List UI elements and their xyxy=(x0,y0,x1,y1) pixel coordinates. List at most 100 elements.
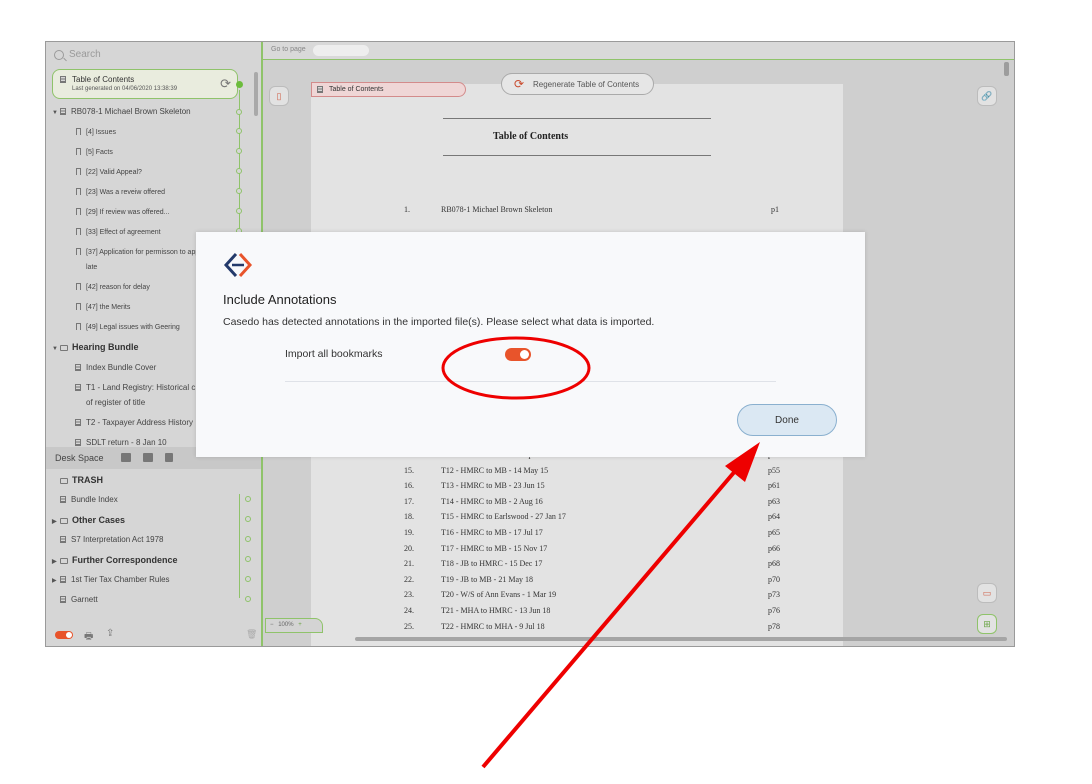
toc-row-page: p65 xyxy=(768,528,780,537)
toc-row-page: p1 xyxy=(771,205,779,214)
comment-button[interactable]: ▭ xyxy=(977,583,997,603)
go-to-page-input[interactable] xyxy=(313,45,369,56)
toc-row-title[interactable]: T20 - W/S of Ann Evans - 1 Mar 19 xyxy=(441,590,556,599)
bookmark-item[interactable]: [37] Application for permisson to app xyxy=(76,248,199,256)
divider xyxy=(443,118,711,119)
document-icon xyxy=(75,439,81,446)
trash-icon[interactable]: 🗑 xyxy=(246,629,257,640)
toc-row-page: p64 xyxy=(768,512,780,521)
document-item[interactable]: S7 Interpretation Act 1978 xyxy=(60,535,164,544)
list-icon[interactable] xyxy=(121,453,131,462)
regenerate-toc-button[interactable]: ⟳ Regenerate Table of Contents xyxy=(501,73,654,95)
bookmark-item[interactable]: [22] Valid Appeal? xyxy=(76,168,142,176)
bookmark-item[interactable]: [23] Was a reveiw offered xyxy=(76,188,165,196)
toc-row-title[interactable]: T22 - HMRC to MHA - 9 Jul 18 xyxy=(441,622,545,631)
tree-item-skeleton[interactable]: ▼ RB078-1 Michael Brown Skeleton xyxy=(52,107,191,116)
toc-tab[interactable]: Table of Contents xyxy=(311,82,466,97)
document-item[interactable]: Bundle Index xyxy=(60,495,118,504)
document-item[interactable]: T2 - Taxpayer Address History xyxy=(75,418,193,427)
go-to-page-label: Go to page xyxy=(271,46,306,53)
toc-row-num: 23. xyxy=(404,590,414,599)
zoom-level: 100% xyxy=(278,622,294,628)
document-item[interactable]: Index Bundle Cover xyxy=(75,363,156,372)
toc-row-title[interactable]: RB078-1 Michael Brown Skeleton xyxy=(441,205,552,214)
bookmark-button[interactable]: ▯ xyxy=(269,86,289,106)
document-icon xyxy=(75,419,81,426)
link-button[interactable]: 🔗 xyxy=(977,86,997,106)
zoom-out-icon[interactable]: − xyxy=(270,622,274,628)
bookmark-item[interactable]: [5] Facts xyxy=(76,148,113,156)
collapse-icon: ▶ xyxy=(52,578,57,584)
bookmark-icon xyxy=(76,303,81,310)
toc-row-title[interactable]: T14 - HMRC to MB - 2 Aug 16 xyxy=(441,497,543,506)
bookmark-item[interactable]: [33] Effect of agreement xyxy=(76,228,161,236)
bookmark-item[interactable]: [49] Legal issues with Geering xyxy=(76,323,180,331)
toc-row-page: p55 xyxy=(768,466,780,475)
document-item[interactable]: ▶ 1st Tier Tax Chamber Rules xyxy=(52,575,170,584)
tree-node xyxy=(245,516,251,522)
toc-row-title[interactable]: T17 - HMRC to MB - 15 Nov 17 xyxy=(441,544,547,553)
divider xyxy=(443,155,711,156)
done-button[interactable]: Done xyxy=(737,404,837,436)
toc-row-title[interactable]: T13 - HMRC to MB - 23 Jun 15 xyxy=(441,481,545,490)
document-icon xyxy=(60,576,66,583)
tree-node xyxy=(245,576,251,582)
toc-row-title[interactable]: T21 - MHA to HMRC - 13 Jun 18 xyxy=(441,606,550,615)
toc-item[interactable]: Table of Contents Last generated on 04/0… xyxy=(52,69,238,99)
import-bookmarks-toggle[interactable] xyxy=(505,348,531,361)
bookmark-icon xyxy=(76,188,81,195)
toc-row-title[interactable]: T18 - JB to HMRC - 15 Dec 17 xyxy=(441,559,542,568)
folder-other-cases[interactable]: ▶ Other Cases xyxy=(52,515,125,525)
toc-row-title[interactable]: T16 - HMRC to MB - 17 Jul 17 xyxy=(441,528,543,537)
zoom-control[interactable]: − 100% + xyxy=(265,618,323,633)
bookmark-icon xyxy=(76,228,81,235)
document-item[interactable]: Garnett xyxy=(60,595,98,604)
bookmark-item[interactable]: [47] the Merits xyxy=(76,303,130,311)
bookmark-item-continued: late xyxy=(86,264,98,271)
sidebar-scrollbar[interactable] xyxy=(254,72,258,116)
toc-title: Table of Contents xyxy=(72,75,135,84)
folder-icon xyxy=(60,345,68,351)
refresh-icon[interactable]: ⟳ xyxy=(220,76,231,92)
toc-row-num: 1. xyxy=(404,205,410,214)
tree-node xyxy=(236,109,242,115)
bookmark-item[interactable]: [4] Issues xyxy=(76,128,116,136)
refresh-icon: ⟳ xyxy=(514,77,525,91)
document-icon xyxy=(75,364,81,371)
folder-hearing-bundle[interactable]: ▼ Hearing Bundle xyxy=(52,342,139,352)
include-annotations-dialog: Include Annotations Casedo has detected … xyxy=(196,232,865,457)
toc-row-title[interactable]: T12 - HMRC to MB - 14 May 15 xyxy=(441,466,548,475)
folder-icon[interactable] xyxy=(143,453,153,462)
sidebar-toggle[interactable] xyxy=(55,631,73,639)
bookmark-icon xyxy=(76,248,81,255)
print-icon[interactable]: 🖶 xyxy=(84,629,93,646)
fit-button[interactable]: ⊞ xyxy=(977,614,997,634)
document-icon[interactable] xyxy=(165,453,173,462)
folder-further-correspondence[interactable]: ▶ Further Correspondence xyxy=(52,555,178,565)
link-icon: 🔗 xyxy=(981,91,993,101)
bookmark-item[interactable]: [42] reason for delay xyxy=(76,283,150,291)
desk-space-label: Desk Space xyxy=(55,453,104,463)
bookmark-icon xyxy=(76,148,81,155)
search-field[interactable]: Search xyxy=(54,49,101,60)
toc-row-num: 16. xyxy=(404,481,414,490)
document-item[interactable]: T1 - Land Registry: Historical c xyxy=(75,383,195,392)
toc-row-title[interactable]: T15 - HMRC to Earlswood - 27 Jan 17 xyxy=(441,512,566,521)
folder-trash[interactable]: TRASH xyxy=(60,475,103,485)
folder-icon xyxy=(60,478,68,484)
toc-row-title[interactable]: T19 - JB to MB - 21 May 18 xyxy=(441,575,533,584)
toc-row-page: p63 xyxy=(768,497,780,506)
document-item[interactable]: SDLT return - 8 Jan 10 xyxy=(75,438,167,447)
folder-icon xyxy=(60,518,68,524)
vertical-scrollbar[interactable] xyxy=(1004,62,1009,76)
zoom-in-icon[interactable]: + xyxy=(298,622,302,628)
export-icon[interactable]: ⇪ xyxy=(106,628,114,639)
search-placeholder: Search xyxy=(69,49,101,60)
horizontal-scrollbar[interactable] xyxy=(355,637,1007,641)
tree-line xyxy=(239,494,240,598)
document-icon xyxy=(60,496,66,503)
toc-row-page: p68 xyxy=(768,559,780,568)
tree-node xyxy=(245,556,251,562)
bookmark-item[interactable]: [29] If review was offered... xyxy=(76,208,170,216)
folder-icon xyxy=(60,558,68,564)
